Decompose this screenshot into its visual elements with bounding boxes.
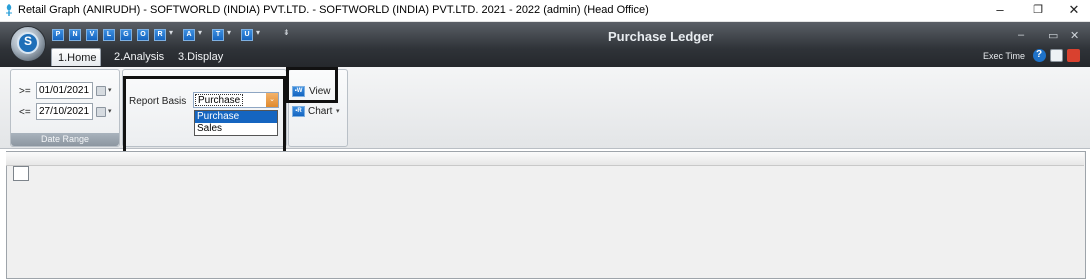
exit-icon[interactable]	[1067, 49, 1080, 62]
customize-quick-access-icon[interactable]: ⇟	[283, 28, 290, 37]
quick-access-u-button[interactable]: U	[241, 29, 253, 41]
date-range-caption: Date Range	[11, 133, 119, 146]
highlight-box-report-basis	[123, 76, 286, 162]
exec-time-label: Exec Time	[983, 51, 1026, 61]
grid-corner-checkbox[interactable]	[13, 166, 29, 181]
quick-access-p-button[interactable]: P	[52, 29, 64, 41]
quick-access-r-dropdown-icon[interactable]: ▾	[169, 28, 173, 37]
chart-icon: ▪R	[292, 106, 305, 117]
report-grid-area	[6, 151, 1086, 279]
notes-icon[interactable]	[1050, 49, 1063, 62]
quick-access-g-button[interactable]: G	[120, 29, 132, 41]
window-close-button[interactable]: ✕	[1056, 0, 1090, 22]
window-title: Retail Graph (ANIRUDH) - SOFTWORLD (INDI…	[18, 4, 649, 16]
from-date-operator: >=	[19, 86, 31, 97]
to-calendar-icon[interactable]	[96, 107, 106, 117]
from-dropdown-icon[interactable]: ▾	[108, 86, 112, 94]
app-restore-button[interactable]: ▭	[1048, 29, 1058, 42]
quick-access-t-dropdown-icon[interactable]: ▾	[227, 28, 231, 37]
from-calendar-icon[interactable]	[96, 86, 106, 96]
to-date-operator: <=	[19, 107, 31, 118]
help-icon[interactable]: ?	[1033, 49, 1046, 62]
quick-access-a-dropdown-icon[interactable]: ▾	[198, 28, 202, 37]
tab-home[interactable]: 1.Home	[51, 48, 101, 66]
orb-letter: S	[24, 34, 33, 48]
quick-access-o-button[interactable]: O	[137, 29, 149, 41]
app-title: Purchase Ledger	[608, 29, 714, 44]
tab-display[interactable]: 3.Display	[172, 48, 229, 66]
from-date-field[interactable]: 01/01/2021	[36, 82, 93, 99]
quick-access-v-button[interactable]: V	[86, 29, 98, 41]
quick-access-t-button[interactable]: T	[212, 29, 224, 41]
chart-button[interactable]: Chart	[308, 106, 332, 117]
app-minimize-button[interactable]: –	[1018, 29, 1024, 41]
window-restore-button[interactable]: ❐	[1020, 0, 1056, 22]
highlight-box-view	[286, 67, 338, 103]
window-minimize-button[interactable]: –	[982, 0, 1018, 22]
to-dropdown-icon[interactable]: ▾	[108, 107, 112, 115]
to-date-field[interactable]: 27/10/2021	[36, 103, 93, 120]
quick-access-r-button[interactable]: R	[154, 29, 166, 41]
quick-access-u-dropdown-icon[interactable]: ▾	[256, 28, 260, 37]
quick-access-n-button[interactable]: N	[69, 29, 81, 41]
chart-dropdown-icon[interactable]: ▾	[336, 107, 340, 115]
window-title-bar: Retail Graph (ANIRUDH) - SOFTWORLD (INDI…	[0, 0, 1090, 22]
tab-analysis[interactable]: 2.Analysis	[108, 48, 170, 66]
quick-access-a-button[interactable]: A	[183, 29, 195, 41]
quick-access-l-button[interactable]: L	[103, 29, 115, 41]
app-logo-icon	[6, 4, 12, 16]
grid-header-strip	[6, 152, 1084, 166]
app-close-button[interactable]: ✕	[1070, 29, 1079, 42]
